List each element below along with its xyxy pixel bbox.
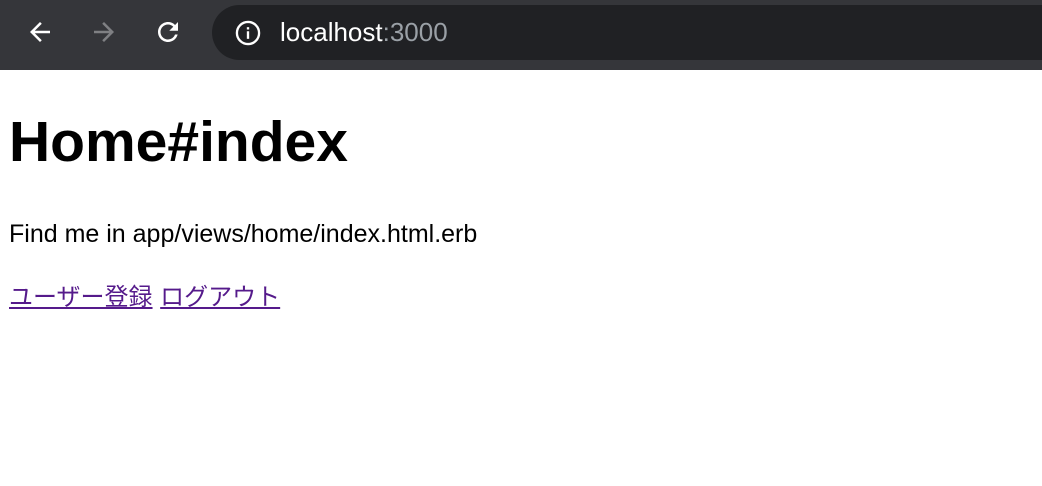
browser-toolbar: localhost:3000 bbox=[0, 0, 1042, 70]
reload-button[interactable] bbox=[148, 12, 188, 52]
page-content: Home#index Find me in app/views/home/ind… bbox=[0, 70, 1042, 486]
page-heading: Home#index bbox=[9, 110, 348, 174]
url-port: :3000 bbox=[382, 17, 448, 47]
address-bar[interactable]: localhost:3000 bbox=[212, 5, 1042, 60]
back-button[interactable] bbox=[20, 12, 60, 52]
logout-link[interactable]: ログアウト bbox=[160, 283, 280, 311]
reload-icon bbox=[158, 22, 178, 42]
page-paragraph: Find me in app/views/home/index.html.erb bbox=[9, 220, 478, 248]
url-host: localhost bbox=[280, 17, 383, 47]
back-arrow-icon bbox=[30, 22, 50, 42]
user-registration-link[interactable]: ユーザー登録 bbox=[9, 283, 153, 311]
link-row: ユーザー登録 ログアウト bbox=[9, 282, 280, 312]
info-icon bbox=[235, 20, 261, 45]
forward-button[interactable] bbox=[84, 12, 124, 52]
site-info-icon[interactable] bbox=[234, 19, 262, 47]
forward-arrow-icon bbox=[94, 22, 114, 42]
url-text[interactable]: localhost:3000 bbox=[280, 17, 448, 48]
